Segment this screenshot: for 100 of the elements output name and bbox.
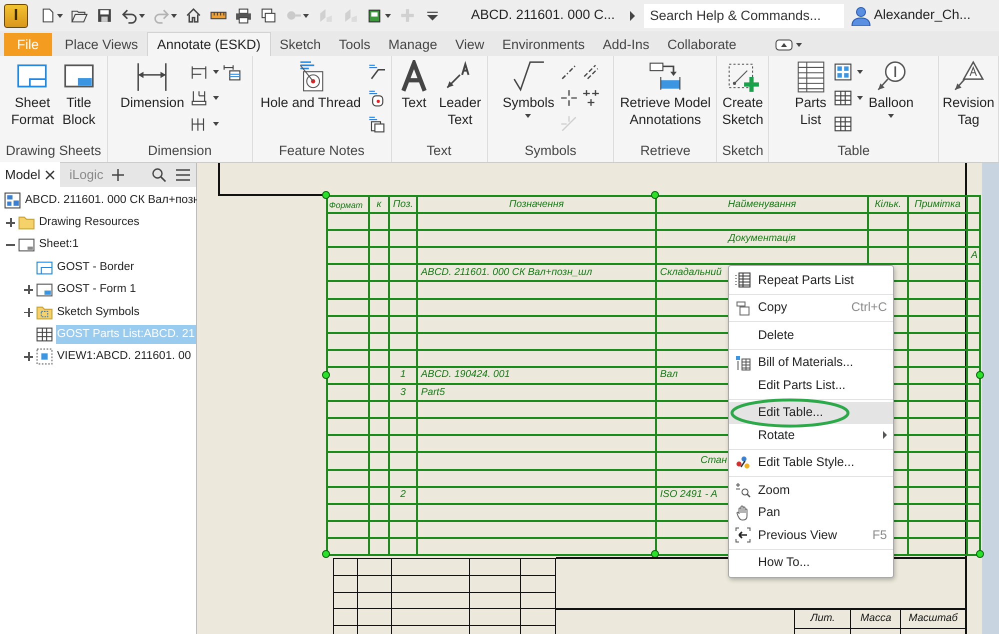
caret-icon[interactable]: [888, 114, 894, 118]
caret-icon[interactable]: [139, 14, 145, 18]
grip-handle[interactable]: [651, 191, 659, 199]
ribbon-tab[interactable]: Sketch: [270, 33, 330, 56]
caret-icon[interactable]: [856, 96, 863, 100]
menu-item[interactable]: Rotate: [729, 424, 893, 446]
grip-handle[interactable]: [976, 371, 984, 379]
column-header: к: [369, 196, 389, 214]
close-icon[interactable]: [45, 170, 56, 180]
tool-label[interactable]: Dimension: [120, 94, 184, 111]
ribbon-tab[interactable]: Environments: [493, 33, 594, 56]
table-icon[interactable]: [834, 115, 852, 133]
retrieve-dimension-icon[interactable]: [223, 63, 242, 81]
ribbon-tab[interactable]: View: [446, 33, 494, 56]
user-icon[interactable]: [850, 6, 871, 26]
group-label: Sketch: [721, 142, 764, 160]
tool-label[interactable]: Create Sketch: [722, 94, 764, 128]
chamfer-note-icon[interactable]: [366, 63, 385, 81]
expand-icon[interactable]: [24, 352, 33, 362]
column-header: Поз.: [389, 196, 417, 214]
home-icon[interactable]: [185, 7, 202, 24]
document-title: ABCD. 211601. 000 C...: [471, 6, 615, 24]
column-header: Найменування: [656, 196, 868, 214]
tool-label[interactable]: Sheet Format: [11, 94, 54, 128]
folder-icon: [18, 214, 35, 232]
windows-icon[interactable]: [260, 7, 277, 24]
column-header: Кільк.: [868, 196, 908, 214]
tree-item[interactable]: Drawing Resources: [38, 212, 140, 232]
tool-label[interactable]: Balloon: [868, 94, 914, 111]
caret-icon[interactable]: [213, 96, 220, 100]
app-logo[interactable]: I: [4, 4, 28, 28]
ribbon-tab[interactable]: Tools: [330, 33, 380, 56]
ribbon-tab[interactable]: Place Views: [56, 33, 148, 56]
tool-label[interactable]: Text: [402, 94, 426, 111]
tool-label[interactable]: Leader Text: [439, 94, 482, 128]
ribbon-tab[interactable]: Add-Ins: [594, 33, 658, 56]
bisector-icon[interactable]: [582, 63, 600, 81]
bend-note-icon[interactable]: [366, 115, 385, 133]
tree-item[interactable]: GOST - Form 1: [56, 280, 138, 300]
menu-item[interactable]: How To...: [729, 552, 893, 574]
tool-label[interactable]: Symbols: [502, 94, 554, 111]
title-block-label: Масса: [850, 610, 901, 628]
browser-tab[interactable]: Model: [0, 162, 60, 188]
expand-arrow-icon[interactable]: [630, 10, 635, 20]
tree-item[interactable]: Sheet:1: [38, 235, 80, 255]
printer-icon[interactable]: [235, 7, 252, 24]
caret-icon[interactable]: [57, 14, 63, 18]
undo-icon[interactable]: [121, 7, 138, 24]
ribbon-tab[interactable]: Collaborate: [658, 33, 746, 56]
table-icon[interactable]: [834, 89, 852, 107]
tool-label[interactable]: Title Block: [62, 94, 96, 128]
save-icon[interactable]: [96, 7, 113, 24]
style-icon: [735, 454, 751, 471]
grip-handle[interactable]: [322, 191, 330, 199]
bill-of-materials-icon: [735, 354, 751, 371]
center-mark-icon[interactable]: [560, 89, 578, 107]
column-header: Формат: [327, 196, 369, 214]
menu-item[interactable]: Copy Ctrl+C: [729, 296, 893, 319]
title-block-label: Масштаб: [900, 610, 966, 628]
menu-item[interactable]: Edit Table Style...: [729, 452, 893, 474]
menu-icon[interactable]: [176, 169, 190, 181]
table-cell: 3: [389, 384, 417, 402]
table-icon: [735, 272, 751, 288]
user-name[interactable]: Alexander_Ch...: [874, 5, 971, 26]
centerline-icon[interactable]: [560, 63, 578, 81]
dimension-icon[interactable]: [135, 60, 170, 94]
panel-toggle-icon[interactable]: [775, 39, 794, 51]
search-field[interactable]: Search Help & Commands...: [644, 4, 844, 28]
grip-handle[interactable]: [976, 550, 984, 558]
menu-item[interactable]: Delete: [729, 324, 893, 346]
center-pattern-icon[interactable]: [582, 89, 600, 107]
caret-icon[interactable]: [213, 70, 220, 74]
expand-icon[interactable]: [6, 218, 15, 228]
grip-handle[interactable]: [322, 371, 330, 379]
tree-item[interactable]: GOST - Border: [56, 258, 136, 277]
menu-item[interactable]: Pan: [729, 502, 893, 524]
group-label: Text: [426, 142, 452, 160]
caret-icon[interactable]: [525, 114, 532, 118]
drawing-icon: [4, 192, 21, 209]
add-tab-icon[interactable]: [112, 169, 124, 181]
ribbon-tab[interactable]: Annotate (ESKD): [147, 32, 271, 56]
tree-item[interactable]: Sketch Symbols: [56, 302, 140, 322]
menu-item[interactable]: Previous View F5: [729, 524, 893, 546]
expand-icon[interactable]: [24, 285, 33, 294]
punch-note-icon[interactable]: [366, 89, 385, 107]
ordinate-dimension-icon[interactable]: [190, 89, 208, 107]
tool-label[interactable]: Hole and Thread: [260, 94, 361, 111]
tool-label[interactable]: Parts List: [794, 94, 826, 128]
caret-icon[interactable]: [385, 14, 391, 18]
tool-label[interactable]: Retrieve Model Annotations: [620, 94, 711, 128]
grip-handle[interactable]: [322, 550, 330, 558]
expand-icon[interactable]: [24, 308, 33, 317]
caret-icon[interactable]: [796, 43, 802, 47]
tree-item[interactable]: VIEW1:ABCD. 211601. 00: [56, 347, 192, 367]
caret-icon[interactable]: [856, 70, 863, 74]
grid-icon[interactable]: [834, 63, 852, 81]
search-icon[interactable]: [152, 168, 166, 182]
caret-icon[interactable]: [213, 122, 220, 126]
ribbon-tab[interactable]: Manage: [379, 33, 446, 56]
tool-label[interactable]: Revision Tag: [942, 94, 994, 128]
